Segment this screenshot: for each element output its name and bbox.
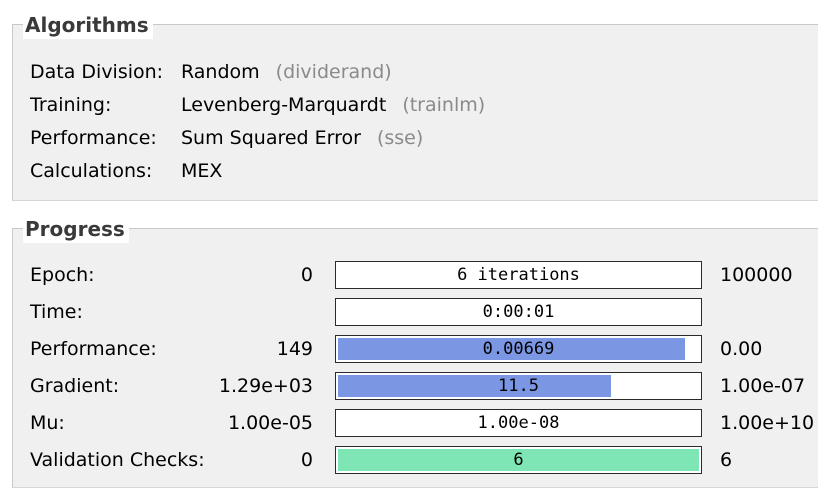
progress-label: Mu:	[30, 412, 65, 434]
progress-max: 100000	[720, 264, 793, 286]
progress-bar: 1.00e-08	[335, 409, 702, 437]
algo-key: Data Division:	[30, 61, 164, 83]
algo-code: (sse)	[376, 127, 424, 149]
progress-min: 0	[300, 264, 313, 286]
progress-row-mu: Mu: 1.00e-05 1.00e-08 1.00e+10	[13, 408, 818, 440]
progress-label: Epoch:	[30, 264, 95, 286]
algo-value: MEX	[181, 159, 222, 183]
progress-row-epoch: Epoch: 0 6 iterations 100000	[13, 260, 818, 292]
progress-min: 0	[300, 449, 313, 471]
progress-bar: 0.00669	[335, 335, 702, 363]
progress-title: Progress	[23, 215, 129, 243]
algo-code: (trainlm)	[402, 94, 486, 116]
progress-label: Gradient:	[30, 375, 120, 397]
algo-method: Sum Squared Error	[181, 127, 361, 149]
progress-bar-text: 1.00e-08	[477, 413, 560, 433]
progress-panel: Progress Epoch: 0 6 iterations 100000 Ti…	[12, 215, 818, 488]
progress-row-gradient: Gradient: 1.29e+03 11.5 1.00e-07	[13, 371, 818, 403]
progress-max: 1.00e+10	[720, 412, 815, 434]
algorithms-panel: Algorithms Data Division: Random (divider…	[12, 11, 818, 201]
algo-value: Random (dividerand)	[181, 60, 392, 84]
algo-key: Calculations:	[30, 160, 153, 182]
progress-max: 6	[720, 449, 733, 471]
algo-value: Levenberg-Marquardt (trainlm)	[181, 93, 485, 117]
progress-min: 1.29e+03	[218, 375, 313, 397]
progress-row-validation-checks: Validation Checks: 0 6 6	[13, 445, 818, 477]
progress-row-performance: Performance: 149 0.00669 0.00	[13, 334, 818, 366]
progress-bar: 11.5	[335, 372, 702, 400]
progress-max: 1.00e-07	[720, 375, 806, 397]
progress-bar: 6 iterations	[335, 261, 702, 289]
progress-min: 1.00e-05	[227, 412, 313, 434]
algo-method: Random	[181, 61, 260, 83]
progress-bar-text: 6 iterations	[457, 265, 580, 285]
progress-min: 149	[276, 338, 313, 360]
progress-label: Validation Checks:	[30, 449, 205, 471]
progress-bar-text: 11.5	[498, 376, 539, 396]
progress-row-time: Time: 0:00:01	[13, 297, 818, 329]
progress-bar-text: 6	[513, 450, 524, 470]
progress-bar-text: 0:00:01	[482, 302, 555, 322]
progress-label: Performance:	[30, 338, 157, 360]
progress-bar: 6	[335, 446, 702, 474]
progress-label: Time:	[30, 301, 83, 323]
algo-key: Performance:	[30, 127, 157, 149]
algo-method: MEX	[181, 160, 223, 182]
progress-bar-text: 0.00669	[482, 339, 555, 359]
algo-method: Levenberg-Marquardt	[181, 94, 387, 116]
algo-value: Sum Squared Error (sse)	[181, 126, 423, 150]
progress-bar: 0:00:01	[335, 298, 702, 326]
algo-code: (dividerand)	[275, 61, 392, 83]
algo-key: Training:	[30, 94, 112, 116]
algorithms-title: Algorithms	[23, 11, 153, 39]
progress-max: 0.00	[720, 338, 763, 360]
